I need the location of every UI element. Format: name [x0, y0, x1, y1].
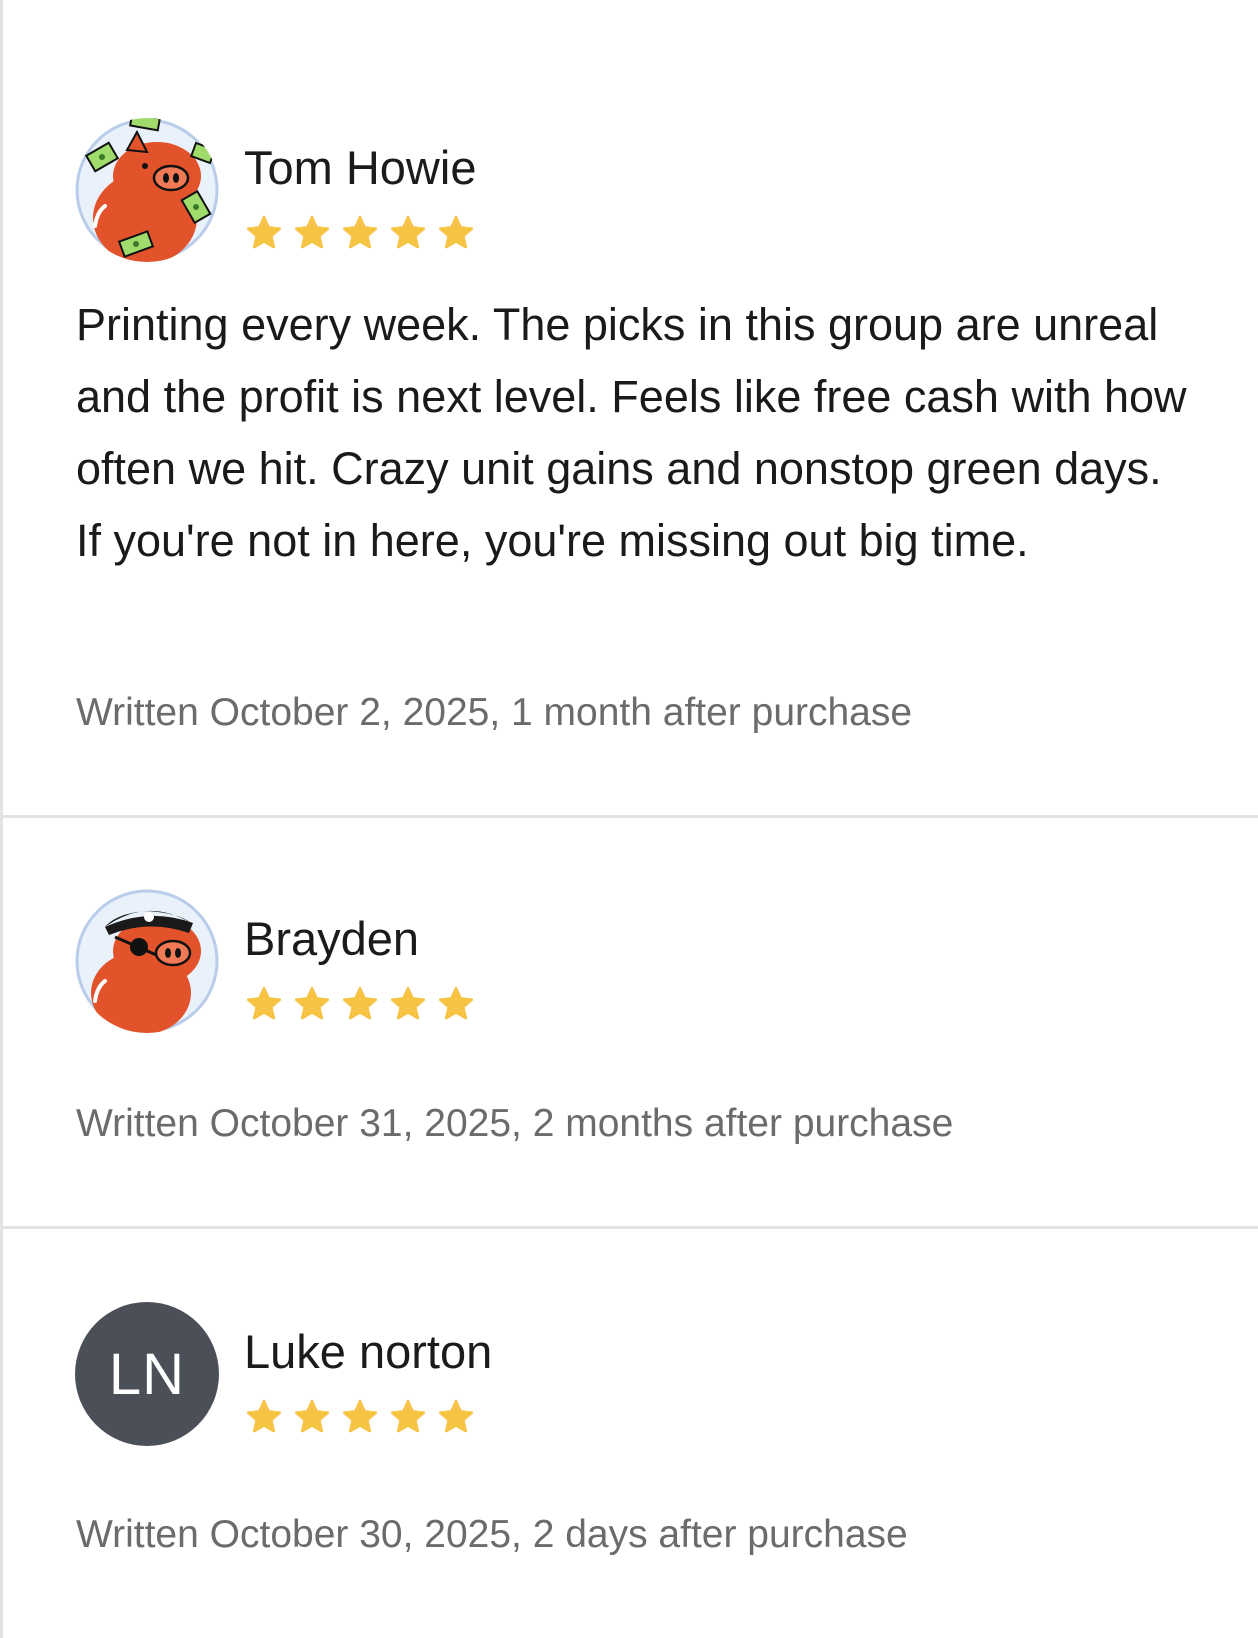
star-icon	[342, 1399, 378, 1433]
star-icon	[390, 986, 426, 1020]
star-icon	[294, 215, 330, 249]
star-icon	[390, 215, 426, 249]
star-icon	[246, 1399, 282, 1433]
pig-with-money-icon	[75, 118, 219, 262]
review-author: Brayden	[244, 912, 420, 965]
review-date: Written October 2, 2025, 1 month after p…	[76, 691, 913, 734]
avatar[interactable]	[75, 118, 219, 262]
star-icon	[342, 215, 378, 249]
star-rating	[244, 213, 476, 253]
review-date: Written October 30, 2025, 2 days after p…	[76, 1513, 908, 1556]
review-date: Written October 31, 2025, 2 months after…	[76, 1102, 954, 1145]
star-icon	[294, 1399, 330, 1433]
avatar[interactable]: LN	[75, 1302, 219, 1446]
star-rating	[244, 984, 476, 1024]
star-icon	[246, 215, 282, 249]
review-card: Tom Howie Printing every week. The picks…	[3, 0, 1258, 818]
avatar[interactable]	[75, 889, 219, 1033]
star-icon	[342, 986, 378, 1020]
star-icon	[390, 1399, 426, 1433]
review-author: Luke norton	[244, 1325, 493, 1378]
star-icon	[438, 986, 474, 1020]
star-icon	[246, 986, 282, 1020]
review-author: Tom Howie	[244, 141, 477, 194]
star-rating	[244, 1397, 476, 1437]
review-text: Printing every week. The picks in this g…	[76, 299, 1187, 566]
review-card: Brayden Written October 31, 2025, 2 mont…	[3, 818, 1258, 1229]
review-card: LN Luke norton Written October 30, 2025,…	[3, 1229, 1258, 1638]
star-icon	[438, 1399, 474, 1433]
star-icon	[438, 215, 474, 249]
star-icon	[294, 986, 330, 1020]
pirate-pig-icon	[75, 889, 219, 1033]
